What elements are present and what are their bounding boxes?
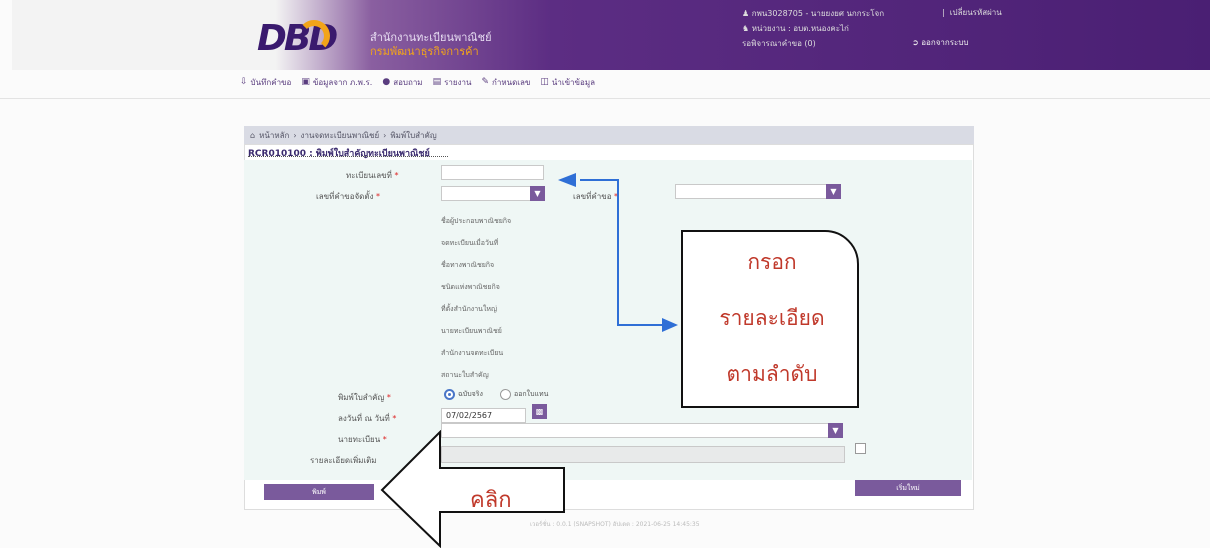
static-field: ชื่อผู้ประกอบพาณิชยกิจ: [441, 217, 512, 225]
static-field: จดทะเบียนเมื่อวันที่: [441, 239, 499, 247]
import-icon: ◫: [540, 77, 549, 87]
calendar-icon[interactable]: ▩: [532, 404, 547, 419]
pending-link[interactable]: รอพิจารณาคำขอ (0): [742, 39, 816, 48]
required-mark: *: [394, 171, 399, 180]
menu-item-label: ข้อมูลจาก ภ.พ.ร.: [312, 77, 373, 87]
menu-divider: [0, 98, 1210, 99]
radio-original-label: ฉบับจริง: [458, 390, 483, 398]
chevron-down-icon: ▼: [530, 186, 545, 201]
date-label-text: ลงวันที่ ณ วันที่: [338, 414, 390, 423]
breadcrumb-home[interactable]: หน้าหลัก: [259, 129, 289, 142]
request-no-label: เลขที่คำขอ *: [573, 190, 618, 203]
logout-label: ออกจากระบบ: [921, 38, 969, 47]
unit-icon: ♞: [742, 24, 752, 33]
home-icon: ⌂: [250, 130, 256, 140]
static-field: สำนักงานจดทะเบียน: [441, 349, 504, 357]
chevron-down-icon: ▼: [828, 423, 843, 438]
chat-icon: ●: [382, 77, 391, 87]
header-separator: |: [942, 8, 945, 17]
doc-no-select[interactable]: ▼: [441, 186, 545, 201]
date-input[interactable]: 07/02/2567: [441, 408, 526, 423]
print-type-label-text: พิมพ์ใบสำคัญ: [338, 393, 385, 402]
change-password-link[interactable]: | เปลี่ยนรหัสผ่าน: [942, 6, 1002, 19]
menu-item-dbd-data[interactable]: ▣ ข้อมูลจาก ภ.พ.ร.: [301, 76, 372, 89]
doc-no-label-text: เลขที่คำขอจัดตั้ง: [316, 192, 374, 201]
callout-line: รายละเอียด: [719, 306, 825, 330]
reg-no-input[interactable]: [441, 165, 544, 180]
radio-checked-icon: [444, 389, 455, 400]
user-info: ♟ กพน3028705 - นายยงยศ นกกระโจก ♞ หน่วยง…: [742, 6, 884, 51]
static-field: ชื่อทางพาณิชยกิจ: [441, 261, 495, 269]
breadcrumb-registration[interactable]: งานจดทะเบียนพาณิชย์: [301, 129, 380, 142]
dept-name-line2: กรมพัฒนาธุรกิจการค้า: [370, 45, 479, 58]
report-icon: ▤: [432, 77, 442, 87]
main-menu: ⇩ บันทึกคำขอ ▣ ข้อมูลจาก ภ.พ.ร. ● สอบถาม ▤ ร…: [240, 70, 980, 94]
menu-item-assign-number[interactable]: ✎ กำหนดเลข: [481, 76, 530, 89]
menu-item-inquiry[interactable]: ● สอบถาม: [382, 76, 422, 89]
change-password-label: เปลี่ยนรหัสผ่าน: [949, 8, 1002, 17]
radio-original[interactable]: ฉบับจริง: [444, 389, 483, 400]
app-header: DBD สำนักงานทะเบียนพาณิชย์ กรมพัฒนาธุรกิ…: [12, 0, 1210, 70]
callout-line: กรอก: [747, 250, 797, 274]
required-mark: *: [386, 393, 391, 402]
click-annotation-label: คลิก: [470, 488, 512, 513]
menu-item-label: กำหนดเลข: [491, 77, 531, 87]
menu-item-label: รายงาน: [444, 77, 472, 87]
request-no-label-text: เลขที่คำขอ: [573, 192, 612, 201]
menu-item-label: นำเข้าข้อมูล: [551, 77, 595, 87]
required-mark: *: [614, 192, 619, 201]
static-field: สถานะใบสำคัญ: [441, 371, 489, 379]
registrar-label-text: นายทะเบียน: [338, 435, 381, 444]
callout-line: ตามลำดับ: [726, 362, 818, 386]
form-title: RCR010100 : พิมพ์ใบสำคัญทะเบียนพาณิชย์: [248, 149, 430, 159]
user-name: กพน3028705 - นายยงยศ นกกระโจก: [751, 9, 885, 18]
static-field: ชนิดแห่งพาณิชยกิจ: [441, 283, 500, 291]
form-title-underline: [248, 156, 448, 157]
static-field: นายทะเบียนพาณิชย์: [441, 327, 502, 335]
radio-copy[interactable]: ออกใบแทน: [500, 389, 548, 400]
static-field: ที่ตั้งสำนักงานใหญ่: [441, 305, 497, 313]
chevron-down-icon: ▼: [826, 184, 841, 199]
breadcrumb-separator-icon: ›: [383, 130, 387, 140]
menu-item-import[interactable]: ◫ นำเข้าข้อมูล: [540, 76, 595, 89]
logout-icon: ➲: [912, 38, 922, 47]
menu-item-save[interactable]: ⇩ บันทึกคำขอ: [240, 76, 291, 89]
doc-no-label: เลขที่คำขอจัดตั้ง *: [316, 190, 380, 203]
breadcrumb: ⌂ หน้าหลัก › งานจดทะเบียนพาณิชย์ › พิมพ์…: [244, 126, 974, 144]
monitor-icon: ▣: [301, 77, 310, 87]
menu-item-report[interactable]: ▤ รายงาน: [433, 76, 472, 89]
instruction-callout: กรอก รายละเอียด ตามลำดับ: [681, 230, 859, 408]
menu-item-label: บันทึกคำขอ: [250, 77, 292, 87]
radio-copy-label: ออกใบแทน: [514, 390, 549, 398]
edit-icon: ✎: [481, 77, 489, 87]
save-icon: ⇩: [240, 77, 248, 87]
radio-unchecked-icon: [500, 389, 511, 400]
print-button[interactable]: พิมพ์: [264, 484, 374, 500]
menu-item-label: สอบถาม: [393, 77, 423, 87]
logout-link[interactable]: ➲ ออกจากระบบ: [912, 36, 968, 49]
print-type-label: พิมพ์ใบสำคัญ *: [338, 391, 391, 404]
date-label: ลงวันที่ ณ วันที่ *: [338, 412, 396, 425]
extra-detail-checkbox[interactable]: [855, 443, 866, 454]
request-no-select[interactable]: ▼: [675, 184, 841, 199]
breadcrumb-separator-icon: ›: [293, 130, 297, 140]
reg-no-label: ทะเบียนเลขที่ *: [346, 169, 398, 182]
logo-swoosh-icon: [298, 20, 330, 52]
extra-detail-label: รายละเอียดเพิ่มเติม: [310, 456, 377, 465]
unit-name: หน่วยงาน : อบต.หนองคะไก่: [751, 24, 849, 33]
required-mark: *: [392, 414, 397, 423]
breadcrumb-current: พิมพ์ใบสำคัญ: [390, 130, 437, 140]
user-icon: ♟: [742, 9, 752, 18]
new-button[interactable]: เริ่มใหม่: [855, 480, 961, 496]
required-mark: *: [376, 192, 381, 201]
reg-no-label-text: ทะเบียนเลขที่: [346, 171, 392, 180]
screenshot-stage: { "header": { "logo_text": "DBD", "dept_…: [0, 0, 1210, 548]
